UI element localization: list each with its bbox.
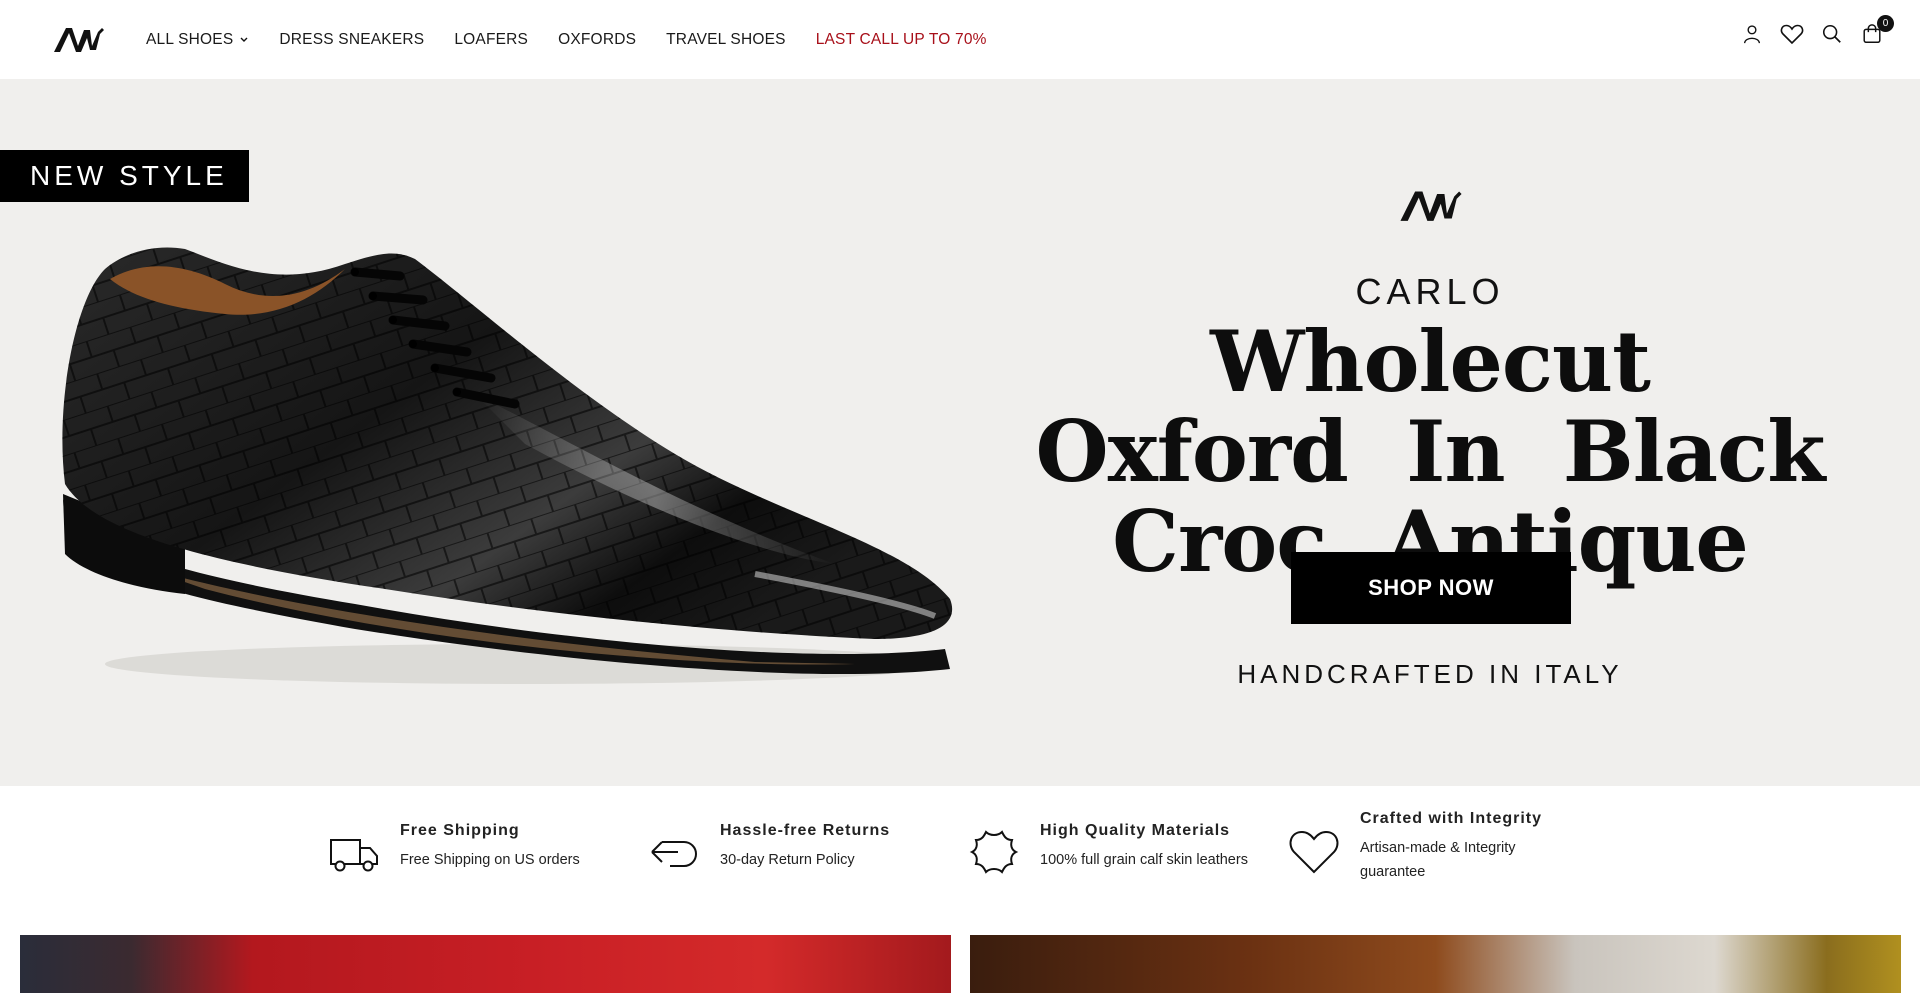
hero-product-title: Wholecut Oxford In Black Croc Antique (1035, 312, 1826, 591)
nav-dress-sneakers[interactable]: DRESS SNEAKERS (279, 31, 424, 49)
shoe-product-image[interactable] (55, 244, 960, 694)
nav-travel-shoes[interactable]: TRAVEL SHOES (666, 31, 786, 49)
cart-button[interactable]: 0 (1860, 15, 1894, 46)
feature-desc: Artisan-made & Integrity guarantee (1360, 840, 1516, 880)
account-icon (1743, 25, 1761, 44)
feature-title: Free Shipping (400, 822, 520, 839)
features-strip: Free Shipping Free Shipping on US orders… (0, 786, 1920, 935)
header-actions: 0 (1740, 15, 1894, 46)
feature-title: High Quality Materials (1040, 822, 1231, 839)
site-header: ALL SHOES DRESS SNEAKERS LOAFERS OXFORDS… (0, 0, 1920, 79)
heart-icon (1289, 830, 1339, 874)
feature-integrity: Crafted with Integrity Artisan-made & In… (1288, 810, 1550, 884)
truck-icon (330, 839, 378, 872)
leather-hide-icon (969, 830, 1019, 874)
feature-returns: Hassle-free Returns 30-day Return Policy (648, 822, 890, 878)
hero-tagline: HANDCRAFTED IN ITALY (1237, 659, 1623, 689)
feature-desc: 100% full grain calf skin leathers (1040, 852, 1248, 868)
feature-title: Crafted with Integrity (1360, 810, 1543, 827)
nav-all-shoes-label: ALL SHOES (146, 30, 234, 48)
wishlist-heart-icon (1780, 24, 1804, 45)
new-style-badge: NEW STYLE (0, 150, 249, 202)
feature-desc: 30-day Return Policy (720, 852, 855, 868)
nav-loafers[interactable]: LOAFERS (454, 31, 528, 49)
hero-brand-name: CARLO (1355, 271, 1505, 312)
feature-title: Hassle-free Returns (720, 822, 891, 839)
promo-tile-left[interactable] (20, 935, 951, 993)
cart-count-badge: 0 (1877, 15, 1894, 32)
search-button[interactable] (1820, 22, 1844, 46)
account-button[interactable] (1740, 22, 1764, 46)
feature-free-shipping: Free Shipping Free Shipping on US orders (328, 822, 580, 878)
wishlist-button[interactable] (1780, 22, 1804, 46)
hero-brand-logo (1400, 191, 1462, 221)
hero-banner[interactable]: NEW STYLE CARLO Wholecut Oxford In Black… (0, 79, 1920, 786)
feature-desc: Free Shipping on US orders (400, 852, 580, 868)
nav-all-shoes[interactable]: ALL SHOES (146, 31, 249, 49)
shop-now-button[interactable]: SHOP NOW (1291, 552, 1571, 624)
brand-logo[interactable] (52, 24, 106, 54)
return-arrow-icon (651, 841, 697, 867)
nav-last-call-sale[interactable]: LAST CALL UP TO 70% (816, 31, 987, 49)
main-nav: ALL SHOES DRESS SNEAKERS LOAFERS OXFORDS… (146, 0, 1017, 79)
nav-oxfords[interactable]: OXFORDS (558, 31, 636, 49)
chevron-down-icon (240, 37, 248, 42)
search-icon (1822, 24, 1841, 43)
promo-tile-right[interactable] (970, 935, 1901, 993)
feature-materials: High Quality Materials 100% full grain c… (968, 822, 1248, 878)
